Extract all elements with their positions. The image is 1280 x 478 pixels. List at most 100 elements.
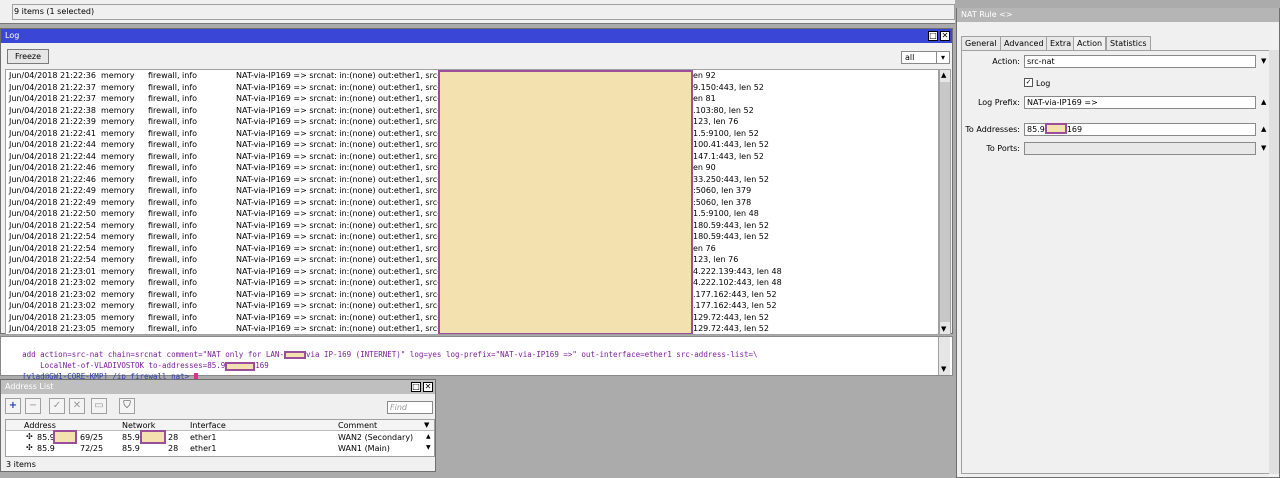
column-menu-icon[interactable]: ▼ <box>424 421 429 429</box>
disable-icon[interactable]: ✕ <box>69 398 85 414</box>
log-message-tail: 180.59:443, len 52 <box>693 220 769 230</box>
log-topics: firewall, info <box>148 140 198 149</box>
tab-general[interactable]: General <box>961 36 1001 50</box>
log-time: Jun/04/2018 21:22:49 <box>9 186 96 195</box>
log-topics: firewall, info <box>148 243 198 253</box>
log-message-tail: :5060, len 378 <box>693 197 752 207</box>
log-buffer: memory <box>101 174 135 184</box>
log-time: Jun/04/2018 21:22:44 <box>9 151 96 161</box>
log-time: Jun/04/2018 21:22:49 <box>9 197 96 207</box>
address-icon: ✣ <box>26 432 33 441</box>
filter-icon[interactable]: ⛉ <box>119 398 135 414</box>
log-time: Jun/04/2018 21:22:41 <box>9 128 96 138</box>
log-message-tail: 1.5:9100, len 52 <box>693 128 759 138</box>
log-buffer: memory <box>101 324 135 333</box>
log-message-tail: 129.72:443, len 52 <box>693 324 769 333</box>
nat-tab-panel: Action: src-nat ▼ ✓ Log Log Prefix: NAT-… <box>961 50 1273 474</box>
header-comment[interactable]: Comment <box>338 421 377 430</box>
find-input[interactable]: Find <box>387 401 433 414</box>
scroll-down-icon[interactable]: ▼ <box>426 444 431 451</box>
log-prefix-input[interactable]: NAT-via-IP169 => <box>1024 96 1256 109</box>
log-topics: firewall, info <box>148 197 198 207</box>
address-list-title-bar[interactable]: Address List <box>1 380 435 394</box>
scroll-thumb[interactable] <box>940 82 950 322</box>
tab-action[interactable]: Action <box>1073 36 1107 51</box>
log-time: Jun/04/2018 21:22:37 <box>9 82 96 92</box>
scroll-up-icon[interactable]: ▲ <box>426 433 431 440</box>
to-ports-dropdown-icon[interactable]: ▼ <box>1261 144 1266 152</box>
to-addresses-input[interactable]: 85.9 169 <box>1024 123 1256 136</box>
to-addresses-label: To Addresses: <box>965 125 1020 134</box>
log-scrollbar[interactable]: ▲ ▼ <box>939 69 951 335</box>
log-time: Jun/04/2018 21:23:02 <box>9 278 96 287</box>
remove-icon[interactable]: − <box>25 398 41 414</box>
header-address[interactable]: Address <box>24 421 56 430</box>
scroll-down-icon[interactable]: ▼ <box>941 325 946 333</box>
table-row[interactable]: ✣ 85.9 69/25 85.9 28 ether1 WAN2 (Second… <box>6 430 434 444</box>
scroll-down-icon[interactable]: ▼ <box>941 365 946 373</box>
log-message: NAT-via-IP169 => srcnat: in:(none) out:e… <box>236 243 458 253</box>
close-icon[interactable]: ✕ <box>940 31 950 41</box>
tab-statistics[interactable]: Statistics <box>1106 36 1151 50</box>
log-buffer: memory <box>101 312 135 322</box>
log-message-tail: en 76 <box>693 243 716 253</box>
log-message: NAT-via-IP169 => srcnat: in:(none) out:e… <box>236 209 458 218</box>
to-ports-input[interactable] <box>1024 142 1256 155</box>
log-message: NAT-via-IP169 => srcnat: in:(none) out:e… <box>236 151 458 161</box>
to-addresses-collapse-icon[interactable]: ▲ <box>1261 125 1266 133</box>
log-prefix-label: Log Prefix: <box>977 98 1020 107</box>
log-topics: firewall, info <box>148 324 198 333</box>
log-title-bar[interactable]: Log <box>1 29 952 43</box>
header-network[interactable]: Network <box>122 421 155 430</box>
log-time: Jun/04/2018 21:22:44 <box>9 140 96 149</box>
log-message-tail: .177.162:443, len 52 <box>693 289 777 299</box>
log-topics: firewall, info <box>148 255 198 264</box>
add-icon[interactable]: + <box>5 398 21 414</box>
maximize-icon[interactable]: □ <box>928 31 938 41</box>
log-filter-dropdown-icon[interactable]: ▾ <box>936 51 950 64</box>
log-message: NAT-via-IP169 => srcnat: in:(none) out:e… <box>236 82 458 92</box>
log-message-tail: :5060, len 379 <box>693 186 752 195</box>
log-message-tail: 9.150:443, len 52 <box>693 82 764 92</box>
log-message: NAT-via-IP169 => srcnat: in:(none) out:e… <box>236 220 458 230</box>
log-message: NAT-via-IP169 => srcnat: in:(none) out:e… <box>236 278 458 287</box>
action-dropdown-icon[interactable]: ▼ <box>1261 57 1266 65</box>
address-list-status: 3 items <box>6 460 36 469</box>
to-ports-label: To Ports: <box>986 144 1020 153</box>
log-time: Jun/04/2018 21:23:02 <box>9 289 96 299</box>
freeze-button[interactable]: Freeze <box>7 49 49 64</box>
log-time: Jun/04/2018 21:22:36 <box>9 71 96 80</box>
enable-icon[interactable]: ✓ <box>49 398 65 414</box>
log-message-tail: 4.222.139:443, len 48 <box>693 266 782 276</box>
log-message-tail: .103:80, len 52 <box>693 105 754 115</box>
log-message-tail: en 92 <box>693 71 716 80</box>
table-row[interactable]: ✣ 85.9 72/25 85.9 28 ether1 WAN1 (Main) … <box>6 443 434 454</box>
log-message: NAT-via-IP169 => srcnat: in:(none) out:e… <box>236 105 458 115</box>
log-message-tail: 123, len 76 <box>693 255 739 264</box>
comment-icon[interactable]: ▭ <box>91 398 107 414</box>
log-topics: firewall, info <box>148 151 198 161</box>
log-buffer: memory <box>101 128 135 138</box>
log-buffer: memory <box>101 301 135 310</box>
maximize-icon[interactable]: □ <box>411 382 421 392</box>
log-prefix-collapse-icon[interactable]: ▲ <box>1261 98 1266 106</box>
action-select[interactable]: src-nat <box>1024 55 1256 68</box>
scroll-up-icon[interactable]: ▲ <box>941 71 946 79</box>
tab-advanced[interactable]: Advanced <box>1000 36 1048 50</box>
log-checkbox-label: Log <box>1036 79 1051 88</box>
header-interface[interactable]: Interface <box>190 421 226 430</box>
terminal-scrollbar[interactable]: ▼ <box>938 337 950 375</box>
log-checkbox[interactable]: ✓ <box>1024 78 1033 87</box>
close-icon[interactable]: ✕ <box>423 382 433 392</box>
log-message-tail: 1.5:9100, len 48 <box>693 209 759 218</box>
tab-extra[interactable]: Extra <box>1046 36 1076 50</box>
terminal-panel[interactable]: add action=src-nat chain=srcnat comment=… <box>0 336 953 382</box>
log-filter-select[interactable]: all <box>901 51 937 64</box>
log-message: NAT-via-IP169 => srcnat: in:(none) out:e… <box>236 174 458 184</box>
log-topics: firewall, info <box>148 289 198 299</box>
nat-rule-scrollbar[interactable] <box>1269 50 1279 474</box>
log-topics: firewall, info <box>148 71 198 80</box>
log-topics: firewall, info <box>148 105 198 115</box>
redaction-box <box>438 70 693 334</box>
log-message: NAT-via-IP169 => srcnat: in:(none) out:e… <box>236 140 458 149</box>
